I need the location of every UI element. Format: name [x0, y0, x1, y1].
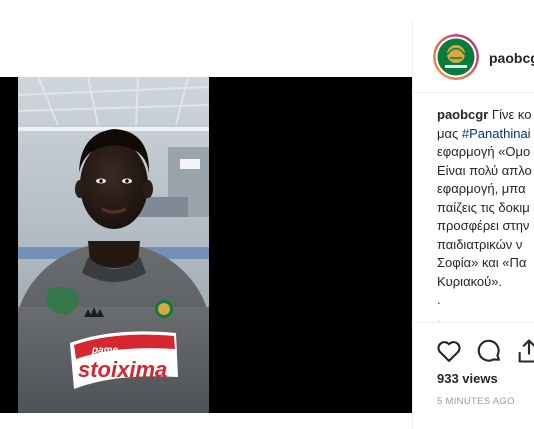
- caption-line-2: μας #Panathinai: [437, 125, 534, 144]
- caption-line-4: Είναι πολύ απλο: [437, 162, 532, 178]
- video-frame-image: pame stoixima: [18, 77, 209, 413]
- post-card: pame stoixima paobc paobcgr Γίνε κο μας …: [0, 20, 534, 429]
- views-count[interactable]: 933 views: [437, 371, 498, 386]
- jersey-sponsor-top: pame: [91, 345, 119, 356]
- caption-text: μας: [437, 125, 462, 141]
- caption-hashtag-link[interactable]: #Panathinai: [462, 126, 531, 141]
- header-username[interactable]: paobcgr: [489, 50, 534, 66]
- comment-bubble-icon[interactable]: [475, 337, 503, 365]
- post-timestamp[interactable]: 5 MINUTES AGO: [437, 396, 515, 407]
- caption-line-1: paobcgr Γίνε κο: [437, 106, 534, 125]
- jersey-sponsor-main: stoixima: [78, 357, 167, 382]
- caption-line-9: Σοφία» και «Πα: [437, 255, 527, 270]
- top-navigation-bar: [0, 0, 534, 21]
- share-icon[interactable]: [515, 337, 534, 365]
- caption-line-10: Κυριακού».: [437, 273, 503, 289]
- post-sidebar: paobcgr paobcgr Γίνε κο μας #Panathinai …: [412, 20, 534, 429]
- caption-line-3: εφαρμογή «Ομο: [437, 144, 531, 159]
- caption-line-11: .: [437, 292, 441, 307]
- panathinaikos-logo-icon: [433, 34, 479, 80]
- media-area: pame stoixima: [0, 20, 412, 429]
- caption-line-8: παιδιατρικών ν: [437, 236, 523, 252]
- caption-line-5: εφαρμογή, μπα: [437, 181, 526, 196]
- video-frame[interactable]: pame stoixima: [18, 77, 209, 413]
- video-player[interactable]: pame stoixima: [0, 77, 412, 413]
- avatar[interactable]: [433, 34, 479, 80]
- caption-line-6: παίζεις τις δοκιμ: [437, 199, 530, 215]
- post-header: paobcgr: [413, 20, 534, 93]
- instagram-post-page: pame stoixima paobc paobcgr Γίνε κο μας …: [0, 0, 534, 429]
- post-caption: paobcgr Γίνε κο μας #Panathinai εφαρμογή…: [437, 106, 534, 328]
- caption-username[interactable]: paobcgr: [437, 107, 488, 122]
- caption-line-7: προσφέρει στην: [437, 218, 530, 233]
- heart-icon[interactable]: [435, 337, 463, 365]
- caption-text: Γίνε κο: [491, 107, 532, 122]
